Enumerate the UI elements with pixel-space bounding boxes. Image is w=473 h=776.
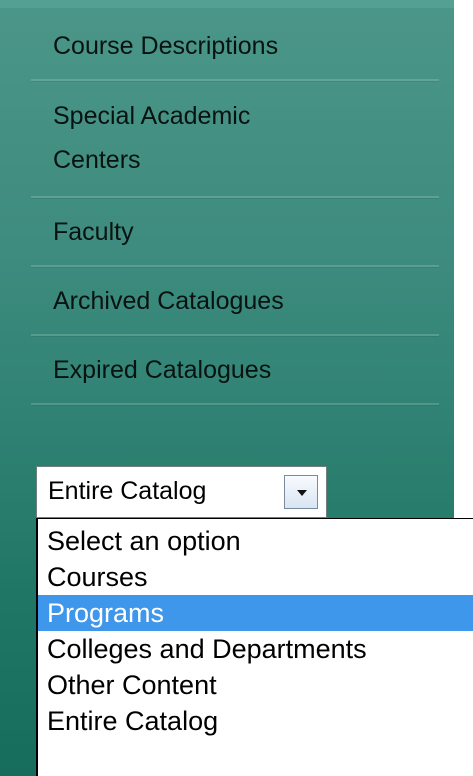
- search-scope-option-select-an-option[interactable]: Select an option: [38, 523, 473, 559]
- catalog-page: Course Descriptions Special Academic Cen…: [0, 0, 473, 776]
- search-scope-option-other-content[interactable]: Other Content: [38, 667, 473, 703]
- search-scope-option-entire-catalog[interactable]: Entire Catalog: [38, 703, 473, 739]
- sidebar-item-label: Archived Catalogues: [53, 287, 284, 315]
- search-scope-dropdown[interactable]: Select an option Courses Programs Colleg…: [36, 518, 473, 776]
- sidebar-item-archived-catalogues[interactable]: Archived Catalogues: [31, 267, 439, 336]
- sidebar-item-label-line-2: Centers: [53, 146, 141, 174]
- sidebar-top-border: [0, 0, 454, 8]
- chevron-down-icon[interactable]: [284, 475, 318, 509]
- search-scope-selected-value: Entire Catalog: [48, 477, 207, 505]
- search-scope-option-colleges-and-departments[interactable]: Colleges and Departments: [38, 631, 473, 667]
- catalog-navigation: Course Descriptions Special Academic Cen…: [31, 12, 439, 405]
- search-scope-option-programs[interactable]: Programs: [38, 595, 473, 631]
- sidebar-item-expired-catalogues[interactable]: Expired Catalogues: [31, 336, 439, 405]
- search-scope-option-courses[interactable]: Courses: [38, 559, 473, 595]
- sidebar-item-special-academic-centers[interactable]: Special Academic Centers: [31, 81, 439, 198]
- sidebar-item-label: Faculty: [53, 218, 134, 246]
- sidebar-item-course-descriptions[interactable]: Course Descriptions: [31, 12, 439, 81]
- sidebar-item-label-line-1: Special Academic: [53, 102, 251, 130]
- search-scope-select[interactable]: Entire Catalog: [36, 466, 327, 518]
- sidebar-item-faculty[interactable]: Faculty: [31, 198, 439, 267]
- sidebar-item-label: Course Descriptions: [53, 32, 279, 60]
- sidebar-item-label: Expired Catalogues: [53, 356, 272, 384]
